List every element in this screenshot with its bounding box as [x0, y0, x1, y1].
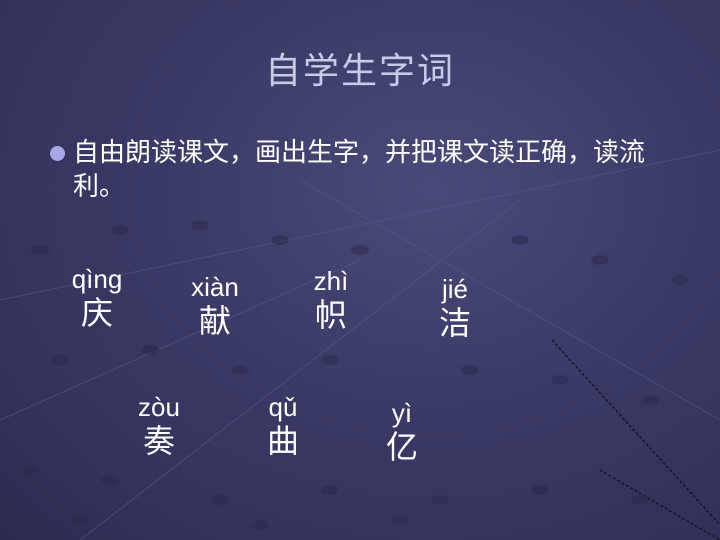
bullet-dot-icon — [50, 146, 65, 161]
pinyin: yì — [391, 398, 413, 428]
hanzi: 献 — [198, 302, 231, 340]
word-zou: zòu 奏 — [114, 392, 204, 460]
pinyin: xiàn — [191, 272, 239, 302]
hanzi: 洁 — [438, 304, 471, 342]
word-xian: xiàn 献 — [170, 272, 260, 340]
hanzi: 曲 — [266, 422, 299, 460]
word-zhi: zhì 帜 — [286, 266, 376, 334]
hanzi: 庆 — [80, 294, 113, 332]
pinyin: zòu — [138, 392, 180, 422]
pinyin: jié — [441, 274, 468, 304]
hanzi: 奏 — [142, 422, 175, 460]
hanzi: 帜 — [314, 296, 347, 334]
slide: 自学生字词 自由朗读课文，画出生字，并把课文读正确，读流利。 qìng 庆 xi… — [0, 0, 720, 540]
word-jie: jié 洁 — [410, 274, 500, 342]
hanzi: 亿 — [385, 428, 418, 466]
word-yi: yì 亿 — [357, 398, 447, 466]
word-qu: qǔ 曲 — [238, 392, 328, 460]
pinyin: qìng — [71, 264, 123, 294]
pinyin: qǔ — [268, 392, 298, 422]
instruction-text: 自由朗读课文，画出生字，并把课文读正确，读流利。 — [73, 138, 646, 202]
pinyin: zhì — [313, 266, 349, 296]
slide-title: 自学生字词 — [264, 51, 455, 92]
instruction-bullet: 自由朗读课文，画出生字，并把课文读正确，读流利。 — [50, 136, 660, 204]
word-qing: qìng 庆 — [52, 264, 142, 332]
